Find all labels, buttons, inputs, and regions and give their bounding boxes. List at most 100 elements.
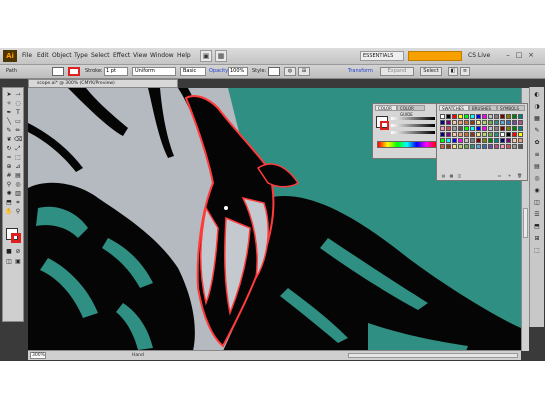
shape-builder-tool-icon[interactable]: ⊕ [5, 163, 13, 170]
swatch[interactable] [482, 138, 487, 143]
brushes-icon[interactable]: ✎ [533, 127, 541, 134]
arrange-documents-icon[interactable]: ▦ [215, 50, 227, 62]
warp-tool-icon[interactable]: ≈ [5, 154, 13, 161]
swatch[interactable] [488, 144, 493, 149]
slider-yellow[interactable] [391, 131, 435, 134]
bridge-icon[interactable]: ▣ [200, 50, 212, 62]
swatch[interactable] [500, 120, 505, 125]
swatch[interactable] [464, 120, 469, 125]
symbol-sprayer-tool-icon[interactable]: ✺ [5, 190, 13, 197]
swatch[interactable] [518, 126, 523, 131]
zoom-level-field[interactable]: 300% [30, 352, 46, 359]
menu-file[interactable]: File [22, 51, 32, 61]
menu-effect[interactable]: Effect [113, 51, 130, 61]
column-graph-tool-icon[interactable]: ▥ [14, 190, 22, 197]
swatch[interactable] [440, 114, 445, 119]
swatch[interactable] [518, 120, 523, 125]
swatch[interactable] [494, 144, 499, 149]
gradient-tool-icon[interactable]: ▤ [14, 172, 22, 179]
opacity-field[interactable]: 100% [228, 67, 248, 76]
magic-wand-tool-icon[interactable]: ✧ [5, 100, 13, 107]
swatch[interactable] [440, 138, 445, 143]
color-panel-icon[interactable]: ◐ [533, 91, 541, 98]
pen-tool-icon[interactable]: ✒ [5, 109, 13, 116]
swatch[interactable] [512, 126, 517, 131]
swatch[interactable] [500, 132, 505, 137]
brush-definition[interactable]: Basic [180, 67, 206, 76]
swatch[interactable] [518, 114, 523, 119]
color-guide-tab[interactable]: COLOR GUIDE [397, 105, 425, 117]
swatch[interactable] [506, 126, 511, 131]
swatch[interactable] [476, 114, 481, 119]
swatch[interactable] [512, 144, 517, 149]
swatch[interactable] [470, 114, 475, 119]
swatch[interactable] [440, 120, 445, 125]
stroke-color-swatch[interactable] [11, 233, 21, 243]
swatch[interactable] [488, 114, 493, 119]
cs-live-button[interactable]: CS Live [468, 51, 490, 61]
swatch[interactable] [446, 138, 451, 143]
swatch[interactable] [458, 144, 463, 149]
swatch[interactable] [476, 120, 481, 125]
swatch[interactable] [440, 132, 445, 137]
swatch[interactable] [470, 126, 475, 131]
swatch[interactable] [494, 126, 499, 131]
document-tab[interactable]: scope.ai* @ 300% (CMYK/Preview) [28, 79, 178, 88]
panel-menu-icon[interactable]: ≡ [460, 67, 470, 76]
slider-magenta[interactable] [391, 124, 435, 127]
swatch[interactable] [470, 144, 475, 149]
menu-type[interactable]: Type [74, 51, 88, 61]
swatch[interactable] [464, 132, 469, 137]
color-mode-icon[interactable]: ■ [5, 248, 13, 255]
selection-tool-icon[interactable]: ➤ [5, 91, 13, 98]
vertical-scroll-thumb[interactable] [523, 208, 528, 238]
swatch[interactable] [452, 114, 457, 119]
color-tab[interactable]: COLOR [375, 105, 397, 111]
maximize-button[interactable]: □ [515, 51, 523, 60]
stroke-weight-field[interactable]: 1 pt [104, 67, 128, 76]
swatch[interactable] [494, 138, 499, 143]
align-icon[interactable]: ⊞ [298, 67, 310, 76]
brushes-tab[interactable]: BRUSHES [469, 105, 497, 111]
eraser-tool-icon[interactable]: ⌫ [14, 136, 22, 143]
swatch[interactable] [518, 138, 523, 143]
swatch[interactable] [446, 114, 451, 119]
swatch[interactable] [446, 126, 451, 131]
swatch[interactable] [482, 126, 487, 131]
recolor-artwork-icon[interactable]: ◍ [284, 67, 296, 76]
swatch[interactable] [518, 144, 523, 149]
delete-swatch-icon[interactable]: 🗑 [517, 173, 522, 178]
opacity-label[interactable]: Opacity: [209, 67, 230, 76]
menu-view[interactable]: View [133, 51, 147, 61]
symbols-icon[interactable]: ✿ [533, 139, 541, 146]
transparency-icon[interactable]: ◎ [533, 175, 541, 182]
horizontal-scrollbar[interactable] [348, 353, 518, 358]
swatch[interactable] [488, 120, 493, 125]
hand-tool-icon[interactable]: ✋ [5, 208, 13, 215]
new-color-group-icon[interactable]: ▭ [497, 173, 502, 178]
align-panel-icon[interactable]: ⊞ [533, 235, 541, 242]
type-tool-icon[interactable]: T [14, 109, 22, 116]
fill-swatch-control[interactable] [52, 67, 64, 76]
swatch[interactable] [476, 126, 481, 131]
swatch[interactable] [506, 138, 511, 143]
rectangle-tool-icon[interactable]: ▭ [14, 118, 22, 125]
new-swatch-icon[interactable]: + [507, 173, 512, 178]
expand-button[interactable]: Expand [380, 67, 414, 76]
paintbrush-tool-icon[interactable]: ✎ [5, 127, 13, 134]
swatch[interactable] [452, 138, 457, 143]
artboards-icon[interactable]: ⬒ [533, 223, 541, 230]
color-stroke-preview[interactable] [380, 121, 389, 130]
swatch[interactable] [446, 120, 451, 125]
transform-panel-icon[interactable]: ⬚ [533, 247, 541, 254]
graphic-styles-icon[interactable]: ◫ [533, 199, 541, 206]
swatch[interactable] [464, 144, 469, 149]
menu-object[interactable]: Object [52, 51, 72, 61]
variable-width-profile[interactable]: Uniform [132, 67, 176, 76]
swatch[interactable] [482, 144, 487, 149]
menu-edit[interactable]: Edit [37, 51, 49, 61]
swatch[interactable] [458, 138, 463, 143]
swatch[interactable] [506, 132, 511, 137]
swatch[interactable] [446, 132, 451, 137]
graphic-style-swatch[interactable] [268, 67, 280, 76]
